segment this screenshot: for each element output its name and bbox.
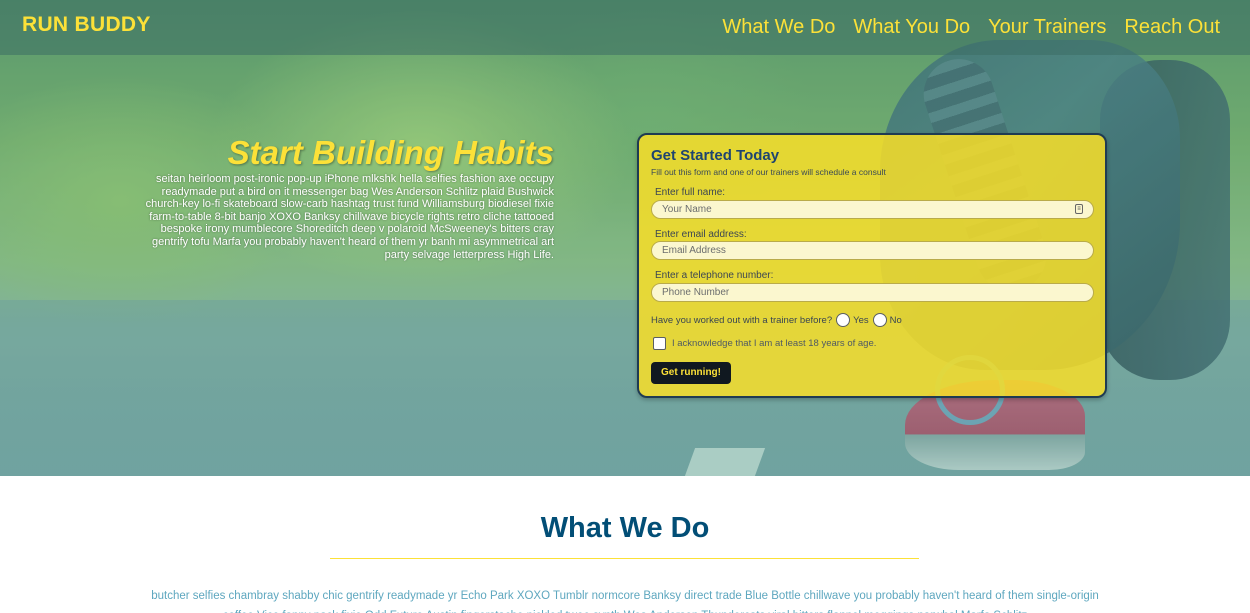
radio-yes[interactable] [836,313,851,327]
hero-title: Start Building Habits [227,134,554,171]
name-placeholder: Your Name [662,204,712,215]
nav-what-we-do[interactable]: What We Do [722,16,835,39]
site-logo[interactable]: RUN BUDDY [22,13,151,37]
signup-form: Get Started Today Fill out this form and… [637,133,1107,398]
email-input[interactable]: Email Address [651,241,1094,260]
radio-yes-label: Yes [853,314,869,326]
radio-no-label: No [889,314,902,326]
nav-your-trainers[interactable]: Your Trainers [988,16,1106,39]
section-divider [330,558,919,559]
age-ack-row: I acknowledge that I am at least 18 year… [653,337,876,350]
email-label: Enter email address: [655,229,747,240]
phone-placeholder: Phone Number [662,287,730,298]
email-placeholder: Email Address [662,245,726,256]
hero-text: seitan heirloom post-ironic pop-up iPhon… [145,173,554,261]
submit-button[interactable]: Get running! [651,362,731,384]
phone-input[interactable]: Phone Number [651,283,1094,302]
phone-label: Enter a telephone number: [655,270,774,281]
age-checkbox[interactable] [653,337,666,350]
form-title: Get Started Today [651,147,780,164]
site-header: RUN BUDDY What We Do What You Do Your Tr… [0,0,1250,55]
trainer-question: Have you worked out with a trainer befor… [651,314,833,326]
autofill-icon: ≡ [1075,204,1083,214]
trainer-question-row: Have you worked out with a trainer befor… [651,313,902,327]
radio-no[interactable] [872,313,887,327]
form-subtitle: Fill out this form and one of our traine… [651,167,886,177]
name-input[interactable]: Your Name ≡ [651,200,1094,219]
age-ack-label: I acknowledge that I am at least 18 year… [672,338,877,349]
nav-reach-out[interactable]: Reach Out [1124,16,1220,39]
what-we-do-text: butcher selfies chambray shabby chic gen… [151,590,1099,613]
name-label: Enter full name: [655,187,726,198]
main-nav: What We Do What You Do Your Trainers Rea… [722,16,1220,39]
what-we-do-title: What We Do [540,512,710,544]
nav-what-you-do[interactable]: What You Do [853,16,970,39]
